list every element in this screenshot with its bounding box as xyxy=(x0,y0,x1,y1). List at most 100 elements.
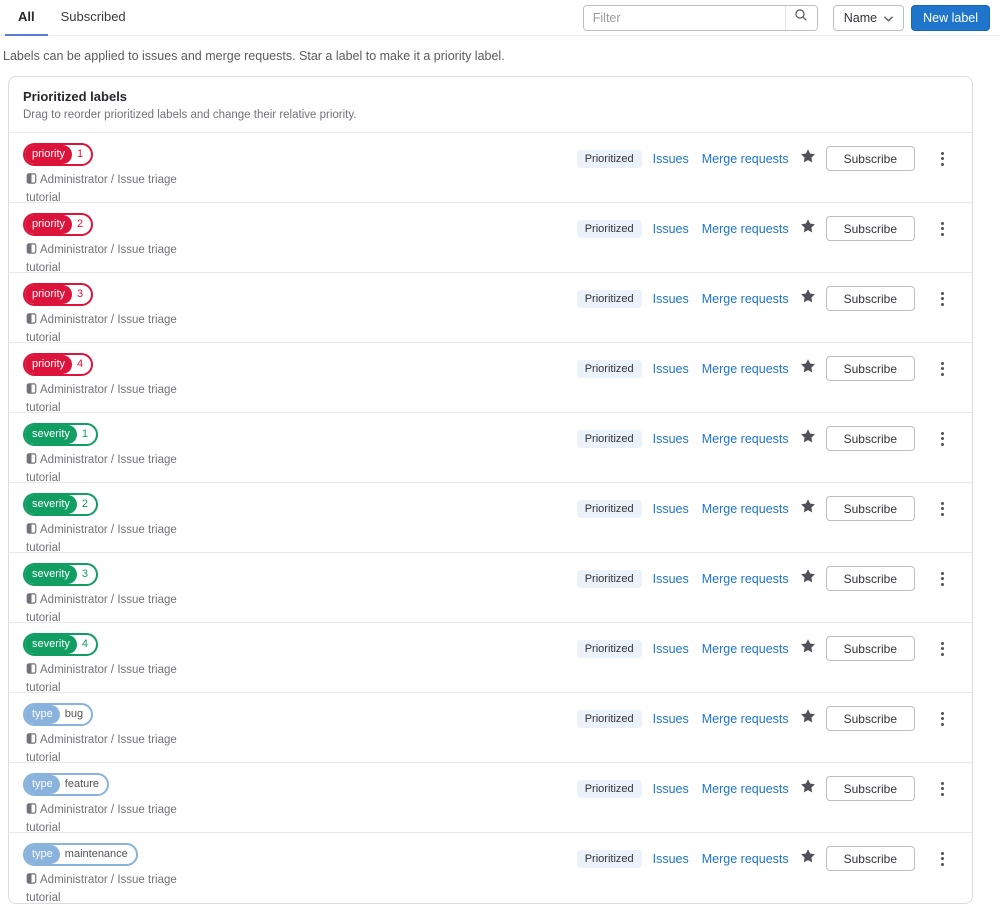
new-label-button[interactable]: New label xyxy=(911,4,990,31)
unprioritize-star-button[interactable] xyxy=(799,779,817,798)
merge-requests-link[interactable]: Merge requests xyxy=(702,292,789,306)
label-value: maintenance xyxy=(64,848,128,860)
sort-dropdown[interactable]: Name xyxy=(832,4,905,31)
label-info: type bug Administrator / Issue triage tu… xyxy=(23,703,577,766)
scoped-label[interactable]: priority 4 xyxy=(23,353,94,376)
scoped-label[interactable]: priority 1 xyxy=(23,143,94,166)
unprioritize-star-button[interactable] xyxy=(799,709,817,728)
more-actions-button[interactable] xyxy=(934,498,950,520)
label-row: severity 4 Administrator / Issue triage … xyxy=(9,623,972,696)
issues-link[interactable]: Issues xyxy=(653,152,689,166)
more-actions-button[interactable] xyxy=(934,568,950,590)
vertical-ellipsis-icon xyxy=(940,431,944,435)
unprioritize-star-button[interactable] xyxy=(799,429,817,448)
prioritized-badge: Prioritized xyxy=(576,779,642,798)
merge-requests-link[interactable]: Merge requests xyxy=(702,572,789,586)
subscribe-button[interactable]: Subscribe xyxy=(825,846,915,871)
merge-requests-link[interactable]: Merge requests xyxy=(702,362,789,376)
project-link[interactable]: Administrator / Issue triage tutorial xyxy=(26,872,194,903)
merge-requests-link[interactable]: Merge requests xyxy=(702,642,789,656)
scoped-label[interactable]: priority 3 xyxy=(23,283,94,306)
merge-requests-link[interactable]: Merge requests xyxy=(702,222,789,236)
project-icon xyxy=(26,593,37,610)
label-actions: Prioritized Issues Merge requests Subscr… xyxy=(576,146,950,171)
merge-requests-link[interactable]: Merge requests xyxy=(702,852,789,866)
scoped-label[interactable]: severity 3 xyxy=(23,563,99,586)
subscribe-button[interactable]: Subscribe xyxy=(825,146,915,171)
subscribe-button[interactable]: Subscribe xyxy=(825,706,915,731)
subscribe-button[interactable]: Subscribe xyxy=(825,216,915,241)
issues-link[interactable]: Issues xyxy=(653,362,689,376)
subscribe-button[interactable]: Subscribe xyxy=(825,426,915,451)
unprioritize-star-button[interactable] xyxy=(799,849,817,868)
scoped-label[interactable]: severity 4 xyxy=(23,633,99,656)
more-actions-button[interactable] xyxy=(934,358,950,380)
project-link[interactable]: Administrator / Issue triage tutorial xyxy=(26,662,194,696)
scoped-label[interactable]: severity 1 xyxy=(23,423,99,446)
issues-link[interactable]: Issues xyxy=(653,502,689,516)
more-actions-button[interactable] xyxy=(934,708,950,730)
scoped-label[interactable]: type bug xyxy=(23,703,94,726)
vertical-ellipsis-icon xyxy=(940,151,944,155)
issues-link[interactable]: Issues xyxy=(653,292,689,306)
merge-requests-link[interactable]: Merge requests xyxy=(702,432,789,446)
issues-link[interactable]: Issues xyxy=(653,712,689,726)
issues-link[interactable]: Issues xyxy=(653,572,689,586)
issues-link[interactable]: Issues xyxy=(653,432,689,446)
scoped-label[interactable]: priority 2 xyxy=(23,213,94,236)
merge-requests-link[interactable]: Merge requests xyxy=(702,502,789,516)
search-button[interactable] xyxy=(784,5,817,30)
merge-requests-link[interactable]: Merge requests xyxy=(702,152,789,166)
subscribe-button[interactable]: Subscribe xyxy=(825,496,915,521)
merge-requests-link[interactable]: Merge requests xyxy=(702,712,789,726)
unprioritize-star-button[interactable] xyxy=(799,219,817,238)
scoped-label[interactable]: type feature xyxy=(23,773,110,796)
label-scope: priority xyxy=(25,285,73,304)
issues-link[interactable]: Issues xyxy=(653,852,689,866)
project-link[interactable]: Administrator / Issue triage tutorial xyxy=(26,802,194,836)
project-link[interactable]: Administrator / Issue triage tutorial xyxy=(26,172,194,206)
more-actions-button[interactable] xyxy=(934,288,950,310)
project-link[interactable]: Administrator / Issue triage tutorial xyxy=(26,242,194,276)
project-name: Administrator / Issue triage tutorial xyxy=(26,804,177,834)
issues-link[interactable]: Issues xyxy=(653,222,689,236)
merge-requests-link[interactable]: Merge requests xyxy=(702,782,789,796)
project-link[interactable]: Administrator / Issue triage tutorial xyxy=(26,522,194,556)
more-actions-button[interactable] xyxy=(934,778,950,800)
subscribe-button[interactable]: Subscribe xyxy=(825,286,915,311)
filter-input[interactable] xyxy=(583,5,785,30)
issues-link[interactable]: Issues xyxy=(653,782,689,796)
project-link[interactable]: Administrator / Issue triage tutorial xyxy=(26,592,194,626)
unprioritize-star-button[interactable] xyxy=(799,569,817,588)
more-actions-button[interactable] xyxy=(934,218,950,240)
tab-subscribed[interactable]: Subscribed xyxy=(48,0,139,36)
unprioritize-star-button[interactable] xyxy=(799,639,817,658)
issues-link[interactable]: Issues xyxy=(653,642,689,656)
unprioritize-star-button[interactable] xyxy=(799,359,817,378)
more-actions-button[interactable] xyxy=(934,638,950,660)
label-value: 2 xyxy=(77,218,84,230)
project-link[interactable]: Administrator / Issue triage tutorial xyxy=(26,452,194,486)
scoped-label[interactable]: type maintenance xyxy=(23,843,138,866)
subscribe-button[interactable]: Subscribe xyxy=(825,356,915,381)
more-actions-button[interactable] xyxy=(934,848,950,870)
project-link[interactable]: Administrator / Issue triage tutorial xyxy=(26,312,194,346)
unprioritize-star-button[interactable] xyxy=(799,149,817,168)
tab-all[interactable]: All xyxy=(5,0,48,36)
unprioritize-star-button[interactable] xyxy=(799,499,817,518)
label-info: priority 3 Administrator / Issue triage … xyxy=(23,283,577,346)
more-actions-button[interactable] xyxy=(934,428,950,450)
label-info: severity 3 Administrator / Issue triage … xyxy=(23,563,577,626)
label-scope: severity xyxy=(25,425,77,444)
unprioritize-star-button[interactable] xyxy=(799,289,817,308)
project-link[interactable]: Administrator / Issue triage tutorial xyxy=(26,732,194,766)
project-link[interactable]: Administrator / Issue triage tutorial xyxy=(26,382,194,416)
subscribe-button[interactable]: Subscribe xyxy=(825,566,915,591)
prioritized-labels-header: Prioritized labels Drag to reorder prior… xyxy=(9,77,972,133)
more-actions-button[interactable] xyxy=(934,148,950,170)
label-value: bug xyxy=(64,708,84,720)
subscribe-button[interactable]: Subscribe xyxy=(825,776,915,801)
vertical-ellipsis-icon xyxy=(940,641,944,645)
scoped-label[interactable]: severity 2 xyxy=(23,493,99,516)
subscribe-button[interactable]: Subscribe xyxy=(825,636,915,661)
